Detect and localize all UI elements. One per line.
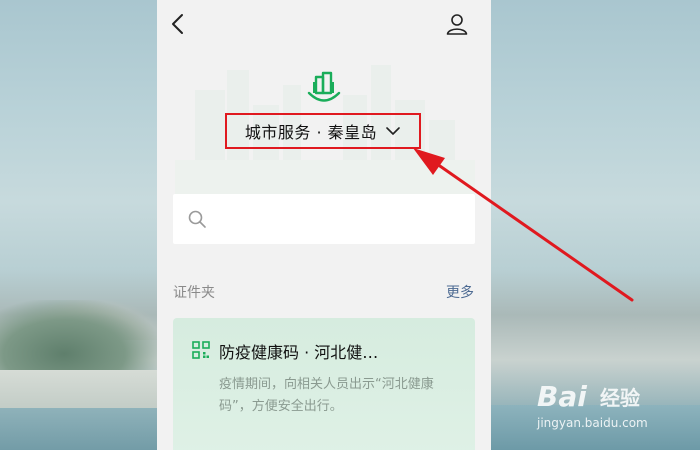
watermark-url: jingyan.baidu.com: [537, 416, 648, 430]
qr-code-icon: [192, 341, 210, 359]
card-description: 疫情期间，向相关人员出示“河北健康码”，方便安全出行。: [219, 377, 434, 414]
health-code-card[interactable]: 防疫健康码 · 河北健… 疫情期间，向相关人员出示“河北健康码”，方便安全出行。: [173, 318, 475, 450]
search-icon: [188, 210, 206, 228]
chevron-down-icon: [386, 127, 400, 135]
chevron-left-icon[interactable]: [167, 12, 189, 36]
card-title: 防疫健康码 · 河北健…: [219, 343, 379, 362]
city-selector-label: 城市服务 · 秦皇岛: [244, 123, 378, 142]
watermark-logo: Bai: [537, 380, 587, 413]
documents-section-title: 证件夹: [173, 285, 215, 301]
background-beach: [0, 370, 160, 410]
user-icon[interactable]: [445, 12, 469, 36]
background-sea-left: [0, 408, 160, 450]
top-bar: [157, 0, 491, 50]
city-selector[interactable]: 城市服务 · 秦皇岛: [225, 113, 421, 149]
watermark-text: 经验: [600, 386, 640, 410]
annotation-arrow: [413, 148, 634, 302]
city-buildings-icon: [307, 71, 341, 102]
